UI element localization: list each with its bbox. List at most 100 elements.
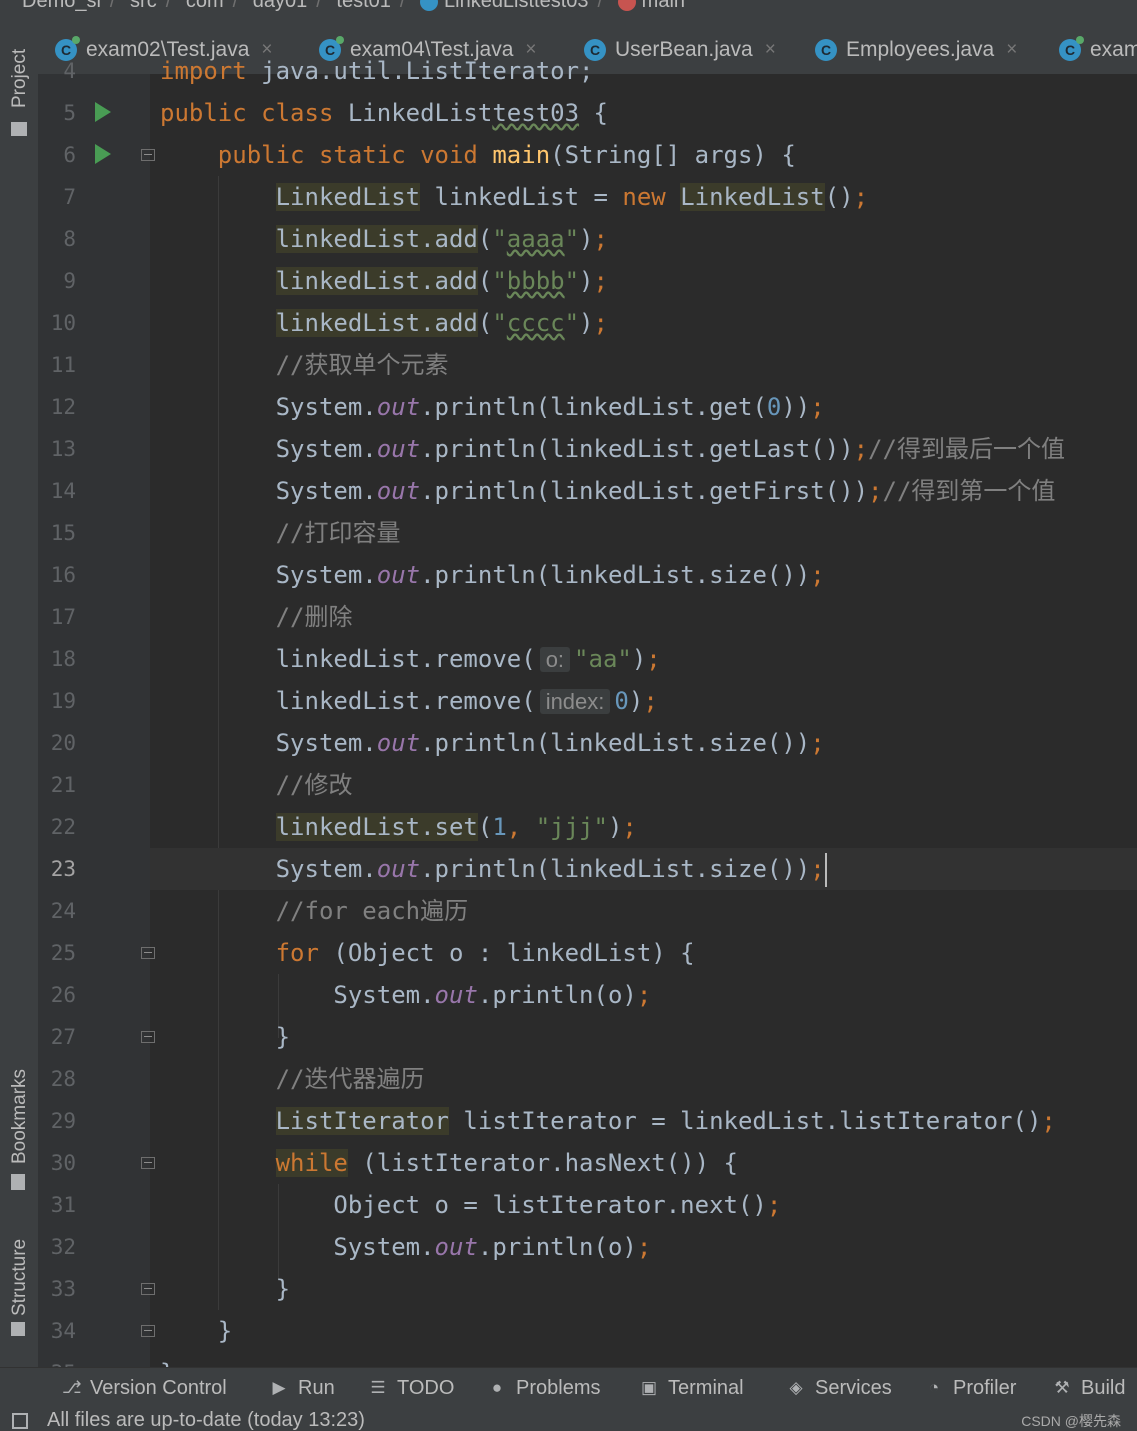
code-line-17[interactable]: 17 //删除 [0,596,1137,638]
code-line-21[interactable]: 21 //修改 [0,764,1137,806]
line-number: 18 [50,647,76,671]
code-line-30[interactable]: 30 while (listIterator.hasNext()) { [0,1142,1137,1184]
line-number: 14 [50,479,76,503]
code-line-32[interactable]: 32 System.out.println(o); [0,1226,1137,1268]
code-text: public class LinkedListtest03 { [160,99,608,127]
profiler-button[interactable]: ◔ Profiler [925,1368,1017,1408]
code-line-10[interactable]: 10 linkedList.add("cccc"); [0,302,1137,344]
code-text: linkedList.set(1, "jjj"); [275,813,637,841]
code-line-24[interactable]: 24 //for each遍历 [0,890,1137,932]
line-number: 9 [63,269,76,293]
line-number: 23 [50,857,76,881]
code-line-26[interactable]: 26 System.out.println(o); [0,974,1137,1016]
code-line-18[interactable]: 18 linkedList.remove(o: "aa"); [0,638,1137,680]
code-line-14[interactable]: 14 System.out.println(linkedList.getFirs… [0,470,1137,512]
run-gutter-icon[interactable] [95,144,111,164]
fold-icon[interactable] [141,947,155,959]
tool-label: Services [815,1376,892,1399]
line-number: 28 [50,1067,76,1091]
hammer-icon: ⚒ [1054,1378,1070,1397]
breadcrumb: Demo_sl / src / com / day01/ test01/ Linked… [0,0,1137,26]
version-control-button[interactable]: ⎇ Version Control [62,1368,227,1408]
watermark: CSDN @樱先森 [1021,1413,1121,1429]
code-line-28[interactable]: 28 //迭代器遍历 [0,1058,1137,1100]
terminal-icon: ▣ [640,1378,658,1397]
problems-icon: ● [491,1378,503,1397]
line-number: 17 [50,605,76,629]
line-number: 13 [50,437,76,461]
code-line-35[interactable]: 35 } [0,1352,1137,1367]
run-gutter-icon[interactable] [95,102,111,122]
code-line-19[interactable]: 19 linkedList.remove(index: 0); [0,680,1137,722]
code-text: while (listIterator.hasNext()) { [275,1149,738,1177]
code-line-7[interactable]: 7 LinkedList linkedList = new LinkedList… [0,176,1137,218]
code-line-22[interactable]: 22 linkedList.set(1, "jjj"); [0,806,1137,848]
breadcrumb-day01[interactable]: day01 [253,0,308,13]
breadcrumb-src[interactable]: src [130,0,157,13]
code-line-13[interactable]: 13 System.out.println(linkedList.getLast… [0,428,1137,470]
code-line-33[interactable]: 33 } [0,1268,1137,1310]
terminal-button[interactable]: ▣ Terminal [640,1368,744,1408]
code-line-23[interactable]: 23 System.out.println(linkedList.size())… [0,848,1137,890]
line-number: 26 [50,983,76,1007]
problems-button[interactable]: ● Problems [488,1368,601,1408]
tool-label: TODO [397,1376,455,1399]
line-number: 12 [50,395,76,419]
code-line-15[interactable]: 15 //打印容量 [0,512,1137,554]
fold-icon[interactable] [141,1157,155,1169]
status-bar: All files are up-to-date (today 13:23) C… [0,1407,1137,1431]
fold-icon[interactable] [141,149,155,161]
code-text: linkedList.remove(index: 0); [160,687,658,715]
build-button[interactable]: ⚒ Build [1053,1368,1125,1408]
code-line-11[interactable]: 11 //获取单个元素 [0,344,1137,386]
code-line-25[interactable]: 25 for (Object o : linkedList) { [0,932,1137,974]
breadcrumb-method[interactable]: main [642,0,685,13]
code-line-34[interactable]: 34 } [0,1310,1137,1352]
breadcrumb-class[interactable]: LinkedListtest03 [444,0,589,13]
status-message: All files are up-to-date (today 13:23) [47,1409,365,1431]
code-comment: //打印容量 [160,519,401,547]
code-line-5[interactable]: 5 public class LinkedListtest03 { [0,92,1137,134]
branch-icon: ⎇ [62,1378,82,1397]
code-line-12[interactable]: 12 System.out.println(linkedList.get(0))… [0,386,1137,428]
fold-icon[interactable] [141,1031,155,1043]
layout-icon[interactable] [12,1413,28,1429]
services-button[interactable]: ◈ Services [787,1368,892,1408]
code-text: LinkedList linkedList = new LinkedList()… [275,183,869,211]
line-number: 21 [50,773,76,797]
code-text: System.out.println(o); [160,1233,652,1261]
fold-icon[interactable] [141,1325,155,1337]
code-text: Object o = listIterator.next(); [160,1191,782,1219]
line-number: 8 [63,227,76,251]
code-comment: //修改 [160,771,353,799]
fold-icon[interactable] [141,1283,155,1295]
code-text: ListIterator listIterator = linkedList.l… [275,1107,1056,1135]
line-number: 34 [50,1319,76,1343]
run-button[interactable]: ▶ Run [270,1368,334,1408]
line-number: 29 [50,1109,76,1133]
breadcrumb-test01[interactable]: test01 [336,0,390,13]
line-number: 19 [50,689,76,713]
services-icon: ◈ [789,1378,803,1397]
code-line-27[interactable]: 27 } [0,1016,1137,1058]
code-line-6[interactable]: 6 public static void main(String[] args)… [0,134,1137,176]
code-text: System.out.println(linkedList.size()); [160,561,825,589]
todo-button[interactable]: ☰ TODO [369,1368,454,1408]
code-line-20[interactable]: 20 System.out.println(linkedList.size())… [0,722,1137,764]
line-number: 20 [50,731,76,755]
tool-window-bar: ⎇ Version Control ▶ Run ☰ TODO ● Problem… [0,1367,1137,1408]
code-line-16[interactable]: 16 System.out.println(linkedList.size())… [0,554,1137,596]
code-line-29[interactable]: 29 ListIterator listIterator = linkedLis… [0,1100,1137,1142]
code-line-8[interactable]: 8 linkedList.add("aaaa"); [0,218,1137,260]
breadcrumb-com[interactable]: com [186,0,224,13]
tool-label: Version Control [90,1376,227,1399]
tool-label: Profiler [953,1376,1017,1399]
breadcrumb-project[interactable]: Demo_sl [22,0,101,13]
code-line-31[interactable]: 31 Object o = listIterator.next(); [0,1184,1137,1226]
code-line-4[interactable]: 4 import java.util.ListIterator; [0,50,1137,92]
line-number: 15 [50,521,76,545]
run-icon: ▶ [272,1378,286,1397]
code-line-9[interactable]: 9 linkedList.add("bbbb"); [0,260,1137,302]
code-text: } [160,1275,291,1303]
tool-label: Problems [516,1376,601,1399]
